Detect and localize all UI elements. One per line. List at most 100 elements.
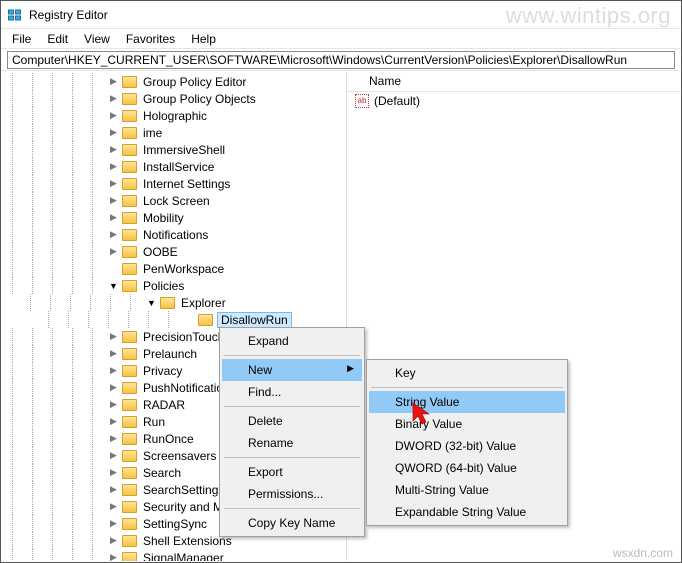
expander-icon[interactable] bbox=[107, 262, 120, 275]
menu-item[interactable]: Expandable String Value bbox=[369, 501, 565, 523]
menu-item[interactable]: Permissions... bbox=[222, 483, 362, 505]
tree-item[interactable]: ▼Explorer bbox=[1, 294, 346, 311]
menu-separator bbox=[224, 406, 360, 407]
folder-icon bbox=[122, 535, 137, 547]
menu-item[interactable]: Multi-String Value bbox=[369, 479, 565, 501]
tree-item[interactable]: ▶ ImmersiveShell bbox=[1, 141, 346, 158]
tree-item[interactable]: ▶Group Policy Editor bbox=[1, 73, 346, 90]
tree-item[interactable]: ▶OOBE bbox=[1, 243, 346, 260]
folder-icon bbox=[122, 552, 137, 562]
folder-icon bbox=[122, 467, 137, 479]
expander-icon[interactable]: ▼ bbox=[145, 296, 158, 309]
expander-icon[interactable]: ▶ bbox=[107, 109, 120, 122]
tree-item-label: Run bbox=[141, 415, 167, 429]
tree-item[interactable]: ▶ SignalManager bbox=[1, 549, 346, 561]
expander-icon[interactable]: ▶ bbox=[107, 160, 120, 173]
expander-icon[interactable]: ▶ bbox=[107, 194, 120, 207]
tree-item-label: RunOnce bbox=[141, 432, 196, 446]
expander-icon[interactable]: ▶ bbox=[107, 483, 120, 496]
tree-item-label: Screensavers bbox=[141, 449, 218, 463]
menu-item[interactable]: QWORD (64-bit) Value bbox=[369, 457, 565, 479]
menu-item[interactable]: Copy Key Name bbox=[222, 512, 362, 534]
menu-item[interactable]: New bbox=[222, 359, 362, 381]
tree-item[interactable]: ▶Holographic bbox=[1, 107, 346, 124]
menu-item[interactable]: String Value bbox=[369, 391, 565, 413]
menu-view[interactable]: View bbox=[77, 31, 117, 47]
folder-icon bbox=[122, 110, 137, 122]
expander-icon[interactable]: ▶ bbox=[107, 517, 120, 530]
folder-icon bbox=[122, 263, 137, 275]
menu-help[interactable]: Help bbox=[184, 31, 223, 47]
footer-mark: wsxdn.com bbox=[613, 546, 673, 560]
expander-icon[interactable]: ▶ bbox=[107, 347, 120, 360]
folder-icon bbox=[122, 93, 137, 105]
expander-icon[interactable]: ▶ bbox=[107, 415, 120, 428]
menu-edit[interactable]: Edit bbox=[40, 31, 75, 47]
tree-item[interactable]: PenWorkspace bbox=[1, 260, 346, 277]
menu-item[interactable]: DWORD (32-bit) Value bbox=[369, 435, 565, 457]
expander-icon[interactable]: ▶ bbox=[107, 432, 120, 445]
tree-item[interactable]: ▶Notifications bbox=[1, 226, 346, 243]
expander-icon[interactable]: ▶ bbox=[107, 466, 120, 479]
menu-item[interactable]: Binary Value bbox=[369, 413, 565, 435]
tree-item[interactable]: ▶InstallService bbox=[1, 158, 346, 175]
expander-icon[interactable]: ▶ bbox=[107, 534, 120, 547]
tree-item[interactable]: ▶ Mobility bbox=[1, 209, 346, 226]
folder-icon bbox=[122, 161, 137, 173]
menu-separator bbox=[371, 387, 563, 388]
menu-item[interactable]: Rename bbox=[222, 432, 362, 454]
folder-icon bbox=[122, 331, 137, 343]
expander-icon[interactable]: ▶ bbox=[107, 126, 120, 139]
tree-item-label: SignalManager bbox=[141, 551, 226, 562]
list-header-name[interactable]: Name bbox=[347, 71, 681, 92]
context-menu-key[interactable]: Expand NewFind... DeleteRename ExportPermis… bbox=[219, 327, 365, 537]
expander-icon[interactable]: ▶ bbox=[107, 245, 120, 258]
expander-icon[interactable]: ▶ bbox=[107, 449, 120, 462]
menu-separator bbox=[224, 457, 360, 458]
menu-favorites[interactable]: Favorites bbox=[119, 31, 182, 47]
expander-icon[interactable]: ▶ bbox=[107, 75, 120, 88]
tree-item-label: ime bbox=[141, 126, 164, 140]
menu-item[interactable]: Expand bbox=[222, 330, 362, 352]
folder-icon bbox=[122, 246, 137, 258]
folder-icon bbox=[198, 314, 213, 326]
expander-icon[interactable]: ▶ bbox=[107, 330, 120, 343]
list-row[interactable]: ab (Default) bbox=[347, 92, 681, 110]
expander-icon[interactable]: ▶ bbox=[107, 177, 120, 190]
tree-item[interactable]: DisallowRun bbox=[1, 311, 346, 328]
folder-icon bbox=[122, 76, 137, 88]
folder-icon bbox=[122, 450, 137, 462]
folder-icon bbox=[122, 416, 137, 428]
expander-icon[interactable]: ▶ bbox=[107, 551, 120, 561]
expander-icon[interactable]: ▶ bbox=[107, 500, 120, 513]
tree-item-label: Mobility bbox=[141, 211, 186, 225]
watermark: www.wintips.org bbox=[506, 3, 671, 29]
folder-icon bbox=[122, 212, 137, 224]
menu-file[interactable]: File bbox=[5, 31, 38, 47]
expander-icon[interactable]: ▶ bbox=[107, 364, 120, 377]
tree-item[interactable]: ▶ ime bbox=[1, 124, 346, 141]
tree-item[interactable]: ▶Lock Screen bbox=[1, 192, 346, 209]
tree-item-label: ImmersiveShell bbox=[141, 143, 227, 157]
expander-icon[interactable]: ▼ bbox=[107, 279, 120, 292]
folder-icon bbox=[122, 382, 137, 394]
menu-item[interactable]: Find... bbox=[222, 381, 362, 403]
expander-icon[interactable]: ▶ bbox=[107, 143, 120, 156]
tree-item[interactable]: ▶Internet Settings bbox=[1, 175, 346, 192]
tree-item-label: SearchSettings bbox=[141, 483, 226, 497]
menu-bar: File Edit View Favorites Help bbox=[1, 29, 681, 49]
menu-item[interactable]: Delete bbox=[222, 410, 362, 432]
expander-icon[interactable]: ▶ bbox=[107, 211, 120, 224]
menu-item[interactable]: Export bbox=[222, 461, 362, 483]
expander-icon[interactable]: ▶ bbox=[107, 228, 120, 241]
expander-icon[interactable]: ▶ bbox=[107, 398, 120, 411]
expander-icon[interactable]: ▶ bbox=[107, 381, 120, 394]
expander-icon[interactable] bbox=[183, 313, 196, 326]
expander-icon[interactable]: ▶ bbox=[107, 92, 120, 105]
context-menu-new[interactable]: Key String ValueBinary ValueDWORD (32-bit… bbox=[366, 359, 568, 526]
tree-item[interactable]: ▶Group Policy Objects bbox=[1, 90, 346, 107]
address-input[interactable] bbox=[7, 51, 675, 69]
menu-item[interactable]: Key bbox=[369, 362, 565, 384]
tree-item[interactable]: ▼Policies bbox=[1, 277, 346, 294]
folder-icon bbox=[122, 518, 137, 530]
